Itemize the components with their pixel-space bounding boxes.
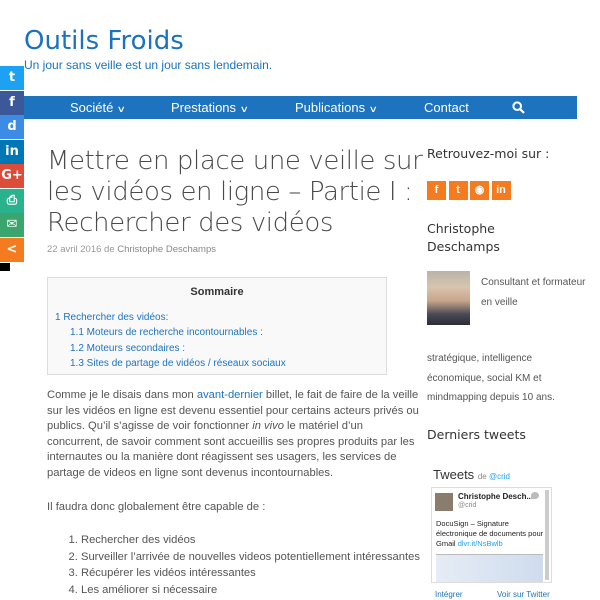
- nav-item-societe[interactable]: Société ∨: [70, 96, 127, 119]
- author-bio: stratégique, intelligence économique, so…: [427, 353, 555, 403]
- post-date: 22 avril 2016: [47, 244, 102, 255]
- email-icon[interactable]: ✉: [0, 213, 24, 237]
- article-paragraph: Il faudra donc globalement être capable …: [47, 501, 266, 513]
- diigo-icon[interactable]: d: [0, 115, 24, 139]
- facebook-icon[interactable]: f: [0, 90, 24, 115]
- chevron-down-icon: ∨: [117, 104, 127, 114]
- twitter-widget-title: Tweets de @crid: [433, 467, 510, 482]
- tweet-link[interactable]: dlvr.it/NsBwlb: [458, 539, 503, 548]
- list-item: Surveiller l’arrivée de nouvelles videos…: [81, 549, 420, 566]
- facebook-icon[interactable]: f: [427, 181, 446, 200]
- twitter-icon[interactable]: t: [0, 66, 24, 90]
- share-toggle-icon[interactable]: [0, 263, 10, 271]
- site-title[interactable]: Outils Froids: [24, 26, 184, 56]
- sidebar-author-name: Christophe Deschamps: [427, 221, 500, 254]
- tweet-author[interactable]: Christophe Desch...: [458, 492, 533, 501]
- nav-item-publications[interactable]: Publications ∨: [295, 96, 379, 119]
- post-author-link[interactable]: Christophe Deschamps: [117, 244, 216, 255]
- list-item: Rechercher des vidéos: [81, 532, 420, 549]
- tweet-timeline[interactable]: Christophe Desch... @crid DocuSign – Sig…: [431, 487, 552, 583]
- article-paragraph: Comme je le disais dans mon avant-dernie…: [47, 388, 419, 481]
- list-item: Récupérer les vidéos intéressantes: [81, 565, 420, 582]
- author-bio: Consultant et formateur en veille: [481, 277, 586, 308]
- toc-title: Sommaire: [190, 286, 244, 298]
- share-icon[interactable]: <: [0, 237, 24, 262]
- chevron-down-icon: ∨: [239, 104, 249, 114]
- twitter-icon[interactable]: t: [448, 181, 468, 200]
- rss-icon[interactable]: ◉: [470, 181, 489, 200]
- toc-link[interactable]: 1.3 Sites de partage de vidéos / réseaux…: [70, 358, 286, 369]
- author-avatar: [427, 271, 470, 325]
- text: Comme je le disais dans mon: [47, 389, 197, 401]
- sidebar-heading: Retrouvez-moi sur :: [427, 146, 550, 161]
- site-tagline: Un jour sans veille est un jour sans len…: [24, 58, 273, 72]
- nav-label: Contact: [424, 100, 469, 115]
- toc-link[interactable]: 1.1 Moteurs de recherche incontournables…: [70, 327, 263, 338]
- tweet-image[interactable]: [436, 554, 543, 582]
- text: de: [477, 472, 487, 481]
- print-icon[interactable]: ⎙: [0, 188, 24, 213]
- table-of-contents: Sommaire 1 Rechercher des vidéos: 1.1 Mo…: [47, 277, 387, 375]
- scrollbar[interactable]: [545, 490, 549, 580]
- chevron-down-icon: ∨: [368, 104, 379, 114]
- toc-link[interactable]: 1 Rechercher des vidéos:: [55, 312, 168, 323]
- tweet-text: DocuSign – Signature électronique de doc…: [436, 519, 544, 549]
- twitter-embed-link[interactable]: Intégrer: [435, 590, 463, 599]
- post-meta: 22 avril 2016 de Christophe Deschamps: [47, 244, 216, 255]
- list-item: Les améliorer si nécessaire: [81, 582, 420, 599]
- post-title: Mettre en place une veille sur les vidéo…: [47, 146, 423, 238]
- twitter-bird-icon: [531, 492, 539, 499]
- tweet-avatar: [435, 493, 453, 511]
- text: Tweets: [433, 467, 475, 482]
- toc-link[interactable]: 1.2 Moteurs secondaires :: [70, 343, 185, 354]
- nav-item-prestations[interactable]: Prestations ∨: [171, 96, 249, 119]
- avant-dernier-link[interactable]: avant-dernier: [197, 389, 263, 401]
- tweet-handle: @crid: [458, 502, 477, 509]
- post-by: de: [104, 244, 115, 255]
- twitter-handle-link[interactable]: @crid: [489, 472, 510, 481]
- nav-label: Publications: [295, 100, 366, 115]
- twitter-widget: Tweets de @crid Christophe Desch... @cri…: [427, 463, 554, 600]
- main-nav: Société ∨ Prestations ∨ Publications ∨ Cont…: [24, 96, 577, 119]
- linkedin-icon[interactable]: in: [0, 139, 24, 164]
- article-list: Rechercher des vidéos Surveiller l’arriv…: [67, 532, 420, 598]
- nav-item-contact[interactable]: Contact: [424, 96, 469, 119]
- nav-label: Prestations: [171, 100, 237, 115]
- sidebar-heading: Derniers tweets: [427, 427, 526, 442]
- text-emphasis: in vivo: [252, 420, 284, 432]
- google-plus-icon[interactable]: G+: [0, 164, 24, 188]
- search-icon[interactable]: [512, 101, 525, 114]
- nav-label: Société: [70, 100, 114, 115]
- linkedin-icon[interactable]: in: [491, 181, 511, 200]
- view-on-twitter-link[interactable]: Voir sur Twitter: [497, 590, 550, 599]
